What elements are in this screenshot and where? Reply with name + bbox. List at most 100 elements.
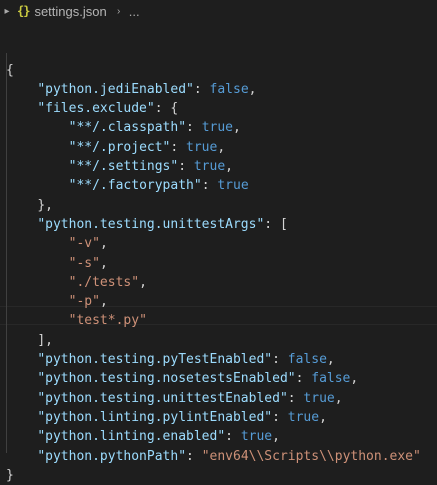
code-line[interactable]: "python.testing.unittestEnabled": true, [6, 389, 437, 408]
code-line[interactable]: "python.testing.nosetestsEnabled": false… [6, 369, 437, 388]
json-punctuation: , [334, 390, 343, 406]
json-string: "-s" [68, 255, 100, 271]
code-line[interactable]: "**/.settings": true, [6, 157, 437, 176]
json-punctuation: }, [37, 197, 53, 213]
json-string: "-v" [68, 236, 100, 252]
json-punctuation: , [326, 352, 335, 368]
code-line[interactable]: "python.testing.unittestArgs": [ [6, 215, 437, 234]
json-boolean: true [287, 409, 320, 425]
json-string: "env64\\Scripts\\python.exe" [201, 448, 421, 464]
json-boolean: false [287, 352, 327, 368]
code-line[interactable]: "python.testing.pyTestEnabled": false, [6, 350, 437, 369]
json-key: "python.jediEnabled" [37, 81, 194, 97]
json-punctuation: : [201, 178, 218, 194]
json-punctuation: , [233, 120, 241, 136]
json-string: "test*.py" [68, 313, 147, 329]
json-key: "python.testing.nosetestsEnabled" [37, 371, 296, 387]
json-punctuation: , [272, 429, 280, 445]
code-line[interactable]: "python.jediEnabled": false, [6, 80, 437, 99]
json-punctuation: : [ [264, 216, 288, 232]
json-punctuation: , [350, 371, 359, 387]
code-line[interactable]: "python.pythonPath": "env64\\Scripts\\py… [6, 447, 437, 466]
json-punctuation: : [186, 120, 202, 136]
code-editor[interactable]: { "python.jediEnabled": false, "files.ex… [6, 22, 437, 485]
code-line[interactable]: "-v", [6, 234, 437, 253]
json-punctuation: : [272, 352, 288, 368]
json-key: "**/.factorypath" [68, 178, 202, 194]
code-line[interactable]: "python.linting.enabled": true, [6, 427, 437, 446]
code-line[interactable]: "**/.factorypath": true [6, 176, 437, 195]
json-boolean: false [311, 371, 351, 387]
json-punctuation: , [99, 255, 108, 271]
json-punctuation: : { [154, 101, 179, 117]
json-key: "python.linting.enabled" [37, 429, 226, 445]
code-line[interactable]: "./tests", [6, 273, 437, 292]
json-boolean: true [201, 120, 233, 136]
json-punctuation: , [319, 409, 327, 425]
code-line[interactable]: "files.exclude": { [6, 99, 437, 118]
json-boolean: true [240, 429, 273, 445]
code-line[interactable]: "-p", [6, 292, 437, 311]
json-key: "python.linting.pylintEnabled" [37, 409, 273, 425]
breadcrumb: ▸ {} settings.json › ... [0, 0, 437, 22]
json-punctuation: : [178, 159, 194, 175]
breadcrumb-ellipsis[interactable]: ... [129, 4, 140, 19]
code-line[interactable]: "**/.classpath": true, [6, 118, 437, 137]
json-key: "python.testing.unittestEnabled" [37, 390, 288, 406]
code-line[interactable]: }, [6, 196, 437, 215]
json-boolean: true [193, 159, 226, 175]
code-line[interactable]: { [6, 61, 437, 80]
code-line[interactable]: "test*.py" [6, 311, 437, 330]
json-punctuation: : [295, 371, 312, 387]
code-line[interactable]: ], [6, 331, 437, 350]
json-key: "python.testing.unittestArgs" [37, 216, 265, 232]
json-punctuation: , [248, 81, 257, 97]
json-boolean: false [209, 81, 249, 97]
json-key: "python.testing.pyTestEnabled" [37, 352, 273, 368]
json-punctuation: : [225, 429, 241, 445]
json-key: "python.pythonPath" [37, 448, 187, 464]
chevron-right-icon[interactable]: ▸ [1, 6, 13, 17]
json-punctuation: , [225, 159, 233, 175]
json-key: "**/.classpath" [68, 120, 187, 136]
code-line[interactable]: } [6, 466, 437, 485]
json-key: "files.exclude" [37, 101, 155, 117]
json-string: "./tests" [68, 274, 140, 290]
json-boolean: true [303, 390, 335, 406]
json-boolean: true [217, 178, 249, 194]
json-punctuation: , [99, 236, 108, 252]
json-file-icon: {} [17, 4, 30, 18]
json-string: "-p" [68, 294, 100, 310]
json-boolean: true [186, 139, 218, 155]
code-line[interactable]: "**/.project": true, [6, 138, 437, 157]
json-punctuation: { [6, 62, 14, 78]
json-punctuation: : [193, 81, 210, 97]
json-punctuation: , [217, 139, 226, 155]
json-key: "**/.project" [68, 139, 171, 155]
code-line[interactable]: "python.linting.pylintEnabled": true, [6, 408, 437, 427]
code-line[interactable]: "-s", [6, 254, 437, 273]
json-punctuation: , [139, 274, 147, 290]
json-punctuation: } [6, 467, 14, 483]
breadcrumb-file-name[interactable]: settings.json [34, 4, 106, 19]
json-punctuation: : [186, 448, 202, 464]
